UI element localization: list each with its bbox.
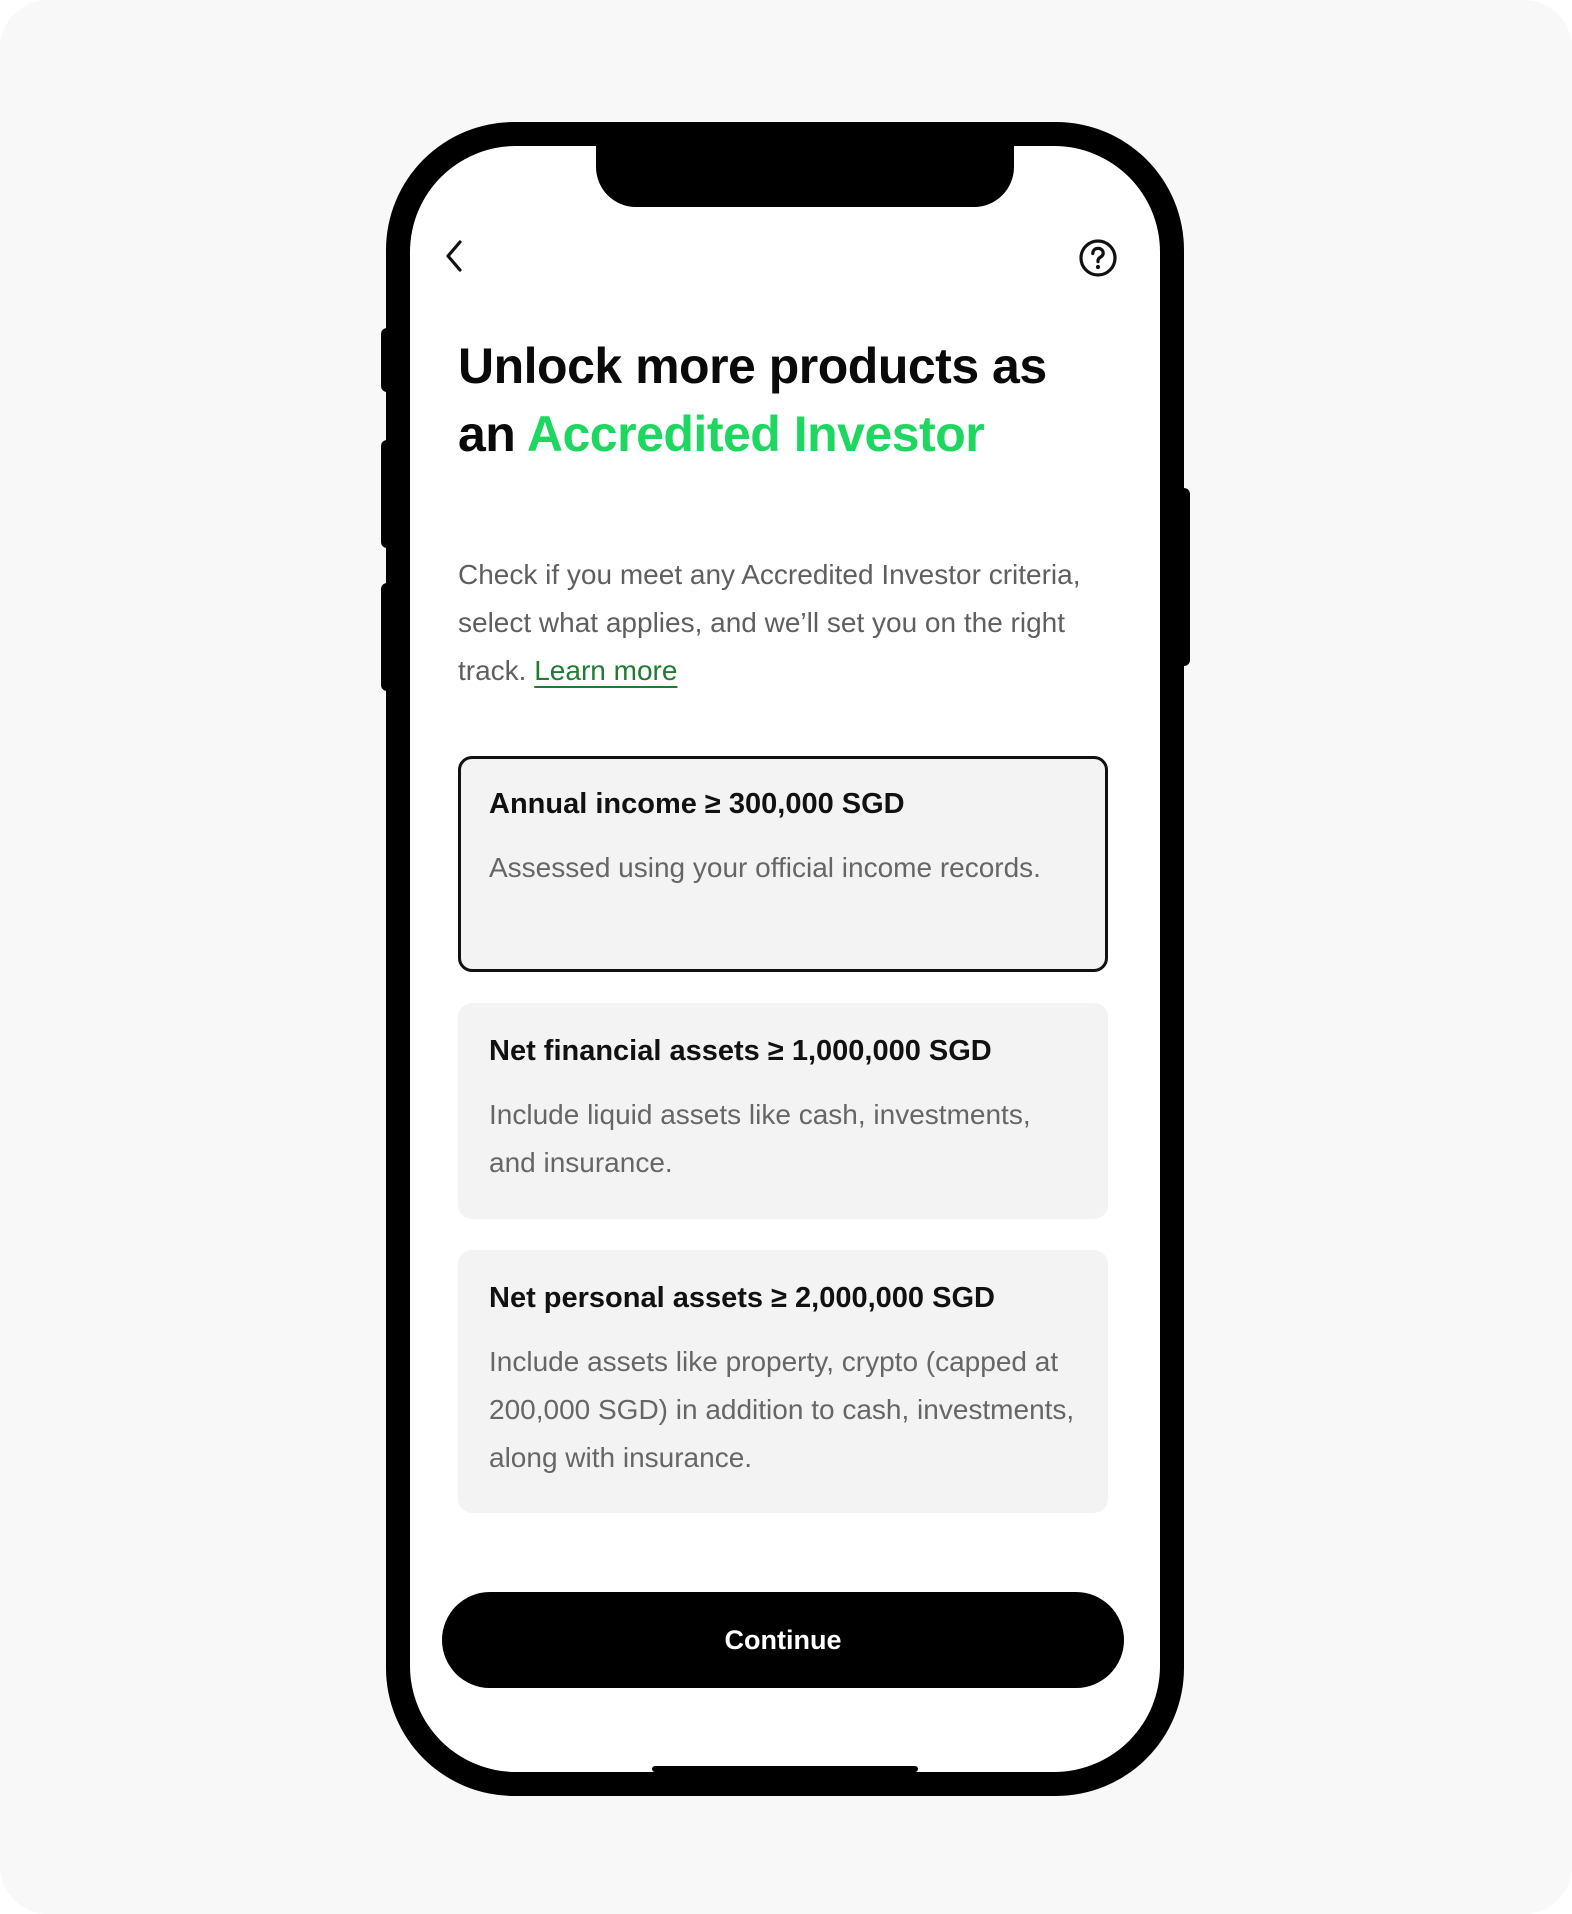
title-accent-text: Accredited Investor [526,406,985,462]
phone-screen: Unlock more products as an Accredited In… [410,146,1160,1772]
option-net-personal-assets[interactable]: Net personal assets ≥ 2,000,000 SGD Incl… [458,1250,1108,1513]
phone-frame: Unlock more products as an Accredited In… [386,122,1184,1796]
chevron-left-icon [446,240,462,272]
option-title: Net personal assets ≥ 2,000,000 SGD [489,1282,995,1314]
help-button[interactable] [1074,234,1122,282]
question-circle-icon [1079,239,1117,277]
phone-notch [596,146,1014,207]
presentation-background: Unlock more products as an Accredited In… [0,0,1572,1914]
home-indicator [652,1766,918,1772]
learn-more-link[interactable]: Learn more [534,655,677,686]
option-description: Include liquid assets like cash, investm… [489,1099,1031,1178]
option-annual-income[interactable]: Annual income ≥ 300,000 SGD Assessed usi… [458,756,1108,972]
option-title: Annual income ≥ 300,000 SGD [489,788,905,820]
option-description: Include assets like property, crypto (ca… [489,1346,1075,1473]
page-description: Check if you meet any Accredited Investo… [458,551,1118,695]
option-net-financial-assets[interactable]: Net financial assets ≥ 1,000,000 SGD Inc… [458,1003,1108,1219]
back-button[interactable] [432,234,476,278]
page-title: Unlock more products as an Accredited In… [458,332,1098,468]
continue-button[interactable]: Continue [442,1592,1124,1688]
option-description: Assessed using your official income reco… [489,852,1041,883]
option-title: Net financial assets ≥ 1,000,000 SGD [489,1035,992,1067]
